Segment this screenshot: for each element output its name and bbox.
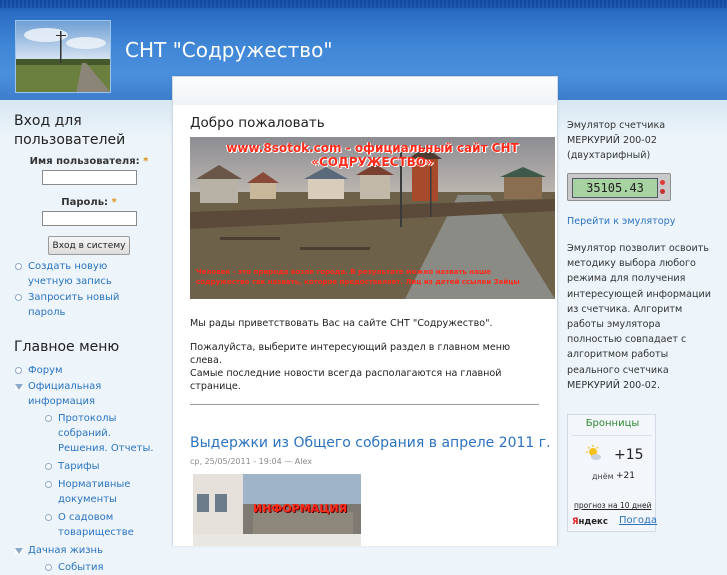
create-account-link[interactable]: Создать новую учетную запись — [28, 261, 112, 287]
banner-heading: www.8sotok.com - официальный сайт СНТ «С… — [226, 141, 519, 169]
submenu-item: Нормативные документы — [44, 477, 158, 507]
required-mark: * — [111, 197, 117, 208]
main-menu-title: Главное меню — [14, 339, 120, 355]
login-form: Имя пользователя: * Пароль: * Вход в сис… — [14, 156, 164, 255]
welcome-banner: www.8sotok.com - официальный сайт СНТ «С… — [190, 137, 555, 299]
forecast-link[interactable]: прогноз на 10 дней — [574, 501, 651, 510]
weather-divider — [571, 435, 652, 436]
welcome-paragraph: Мы рады приветствовать Вас на сайте СНТ … — [190, 318, 493, 329]
weather-temp: +15 — [614, 447, 644, 463]
news-title[interactable]: Выдержки из Общего собрания в апреле 201… — [190, 435, 551, 451]
sun-cloud-icon — [586, 445, 601, 460]
submenu-link-tariffs[interactable]: Тарифы — [58, 461, 100, 472]
header-top-strip — [0, 0, 727, 8]
banner-caption: Человек - это природа возле города. В ре… — [196, 268, 520, 286]
menu-item-official-info: Официальная информация Протоколы собрани… — [14, 379, 158, 540]
site-name[interactable]: СНТ "Содружество" — [125, 38, 333, 62]
emulator-link[interactable]: Перейти к эмулятору — [567, 216, 675, 227]
password-label: Пароль: * — [14, 197, 164, 208]
meter-display: 35105.43 — [572, 178, 658, 198]
left-sidebar: Вход для пользователей Имя пользователя:… — [14, 112, 164, 575]
welcome-title: Добро пожаловать — [190, 115, 325, 131]
list-item: Создать новую учетную запись — [14, 259, 154, 289]
weather-city: Бронницы — [585, 418, 640, 429]
submenu-link-normative-docs[interactable]: Нормативные документы — [58, 479, 130, 505]
logo-photo-icon — [16, 21, 110, 92]
request-password-link[interactable]: Запросить новый пароль — [28, 292, 119, 318]
submenu: События — [28, 560, 158, 575]
emulator-description: Эмулятор позволит освоить методику выбор… — [567, 243, 712, 391]
emulator-title: Эмулятор счетчика МЕРКУРИЙ 200-02 (двухт… — [567, 120, 666, 161]
weather-widget[interactable]: Бронницы +15 днём +21 прогноз на 10 дней… — [567, 414, 657, 532]
site-logo[interactable] — [15, 20, 111, 93]
meter-image[interactable]: 35105.43 — [567, 173, 671, 201]
welcome-paragraph: Самые последние новости всегда располага… — [190, 368, 502, 392]
username-label: Имя пользователя: * — [14, 156, 164, 167]
username-label-text: Имя пользователя: — [29, 156, 140, 167]
menu-link-forum[interactable]: Форум — [28, 365, 63, 376]
content-top-bar — [173, 77, 557, 105]
main-menu: Форум Официальная информация Протоколы с… — [14, 363, 158, 575]
menu-link-official-info[interactable]: Официальная информация — [28, 381, 101, 407]
submenu-link-events[interactable]: События — [58, 562, 104, 573]
password-label-text: Пароль: — [61, 197, 109, 208]
welcome-paragraph: Пожалуйста, выберите интересующий раздел… — [190, 342, 511, 366]
login-links: Создать новую учетную запись Запросить н… — [14, 259, 154, 320]
yandex-logo[interactable]: Яндекс — [572, 517, 608, 527]
submenu-item: О садовом товариществе — [44, 510, 158, 540]
submenu-link-protocols[interactable]: Протоколы собраний. Решения. Отчеты. — [58, 413, 154, 454]
content-divider — [190, 404, 539, 405]
menu-item-dacha-life: Дачная жизнь События — [14, 543, 158, 575]
menu-link-dacha-life[interactable]: Дачная жизнь — [28, 545, 103, 556]
username-input[interactable] — [41, 170, 137, 185]
password-input[interactable] — [41, 211, 137, 226]
submenu-item: Тарифы — [44, 459, 158, 474]
news-image-label: ИНФОРМАЦИЯ — [253, 502, 348, 515]
required-mark: * — [143, 156, 149, 167]
main-content: Добро пожаловать www.8sotok.com - официа… — [172, 76, 558, 546]
login-button[interactable]: Вход в систему — [47, 236, 131, 255]
list-item: Запросить новый пароль — [14, 290, 154, 320]
yandex-logo-rest: ндекс — [578, 517, 608, 527]
submenu-item: События — [44, 560, 158, 575]
pogoda-link[interactable]: Погода — [619, 515, 657, 526]
submenu-link-about[interactable]: О садовом товариществе — [58, 512, 134, 538]
weather-day-temp: +21 — [616, 471, 635, 481]
submenu: Протоколы собраний. Решения. Отчеты. Тар… — [28, 411, 158, 540]
news-submitted: ср, 25/05/2011 - 19:04 — Alex — [190, 457, 312, 466]
login-block-title: Вход для пользователей — [14, 113, 126, 148]
meter-led-icon — [660, 189, 665, 194]
news-image[interactable]: ИНФОРМАЦИЯ — [193, 474, 361, 546]
meter-led-icon — [660, 180, 665, 185]
menu-item-forum: Форум — [14, 363, 158, 378]
submenu-item: Протоколы собраний. Решения. Отчеты. — [44, 411, 158, 456]
weather-day-label: днём — [592, 472, 614, 481]
